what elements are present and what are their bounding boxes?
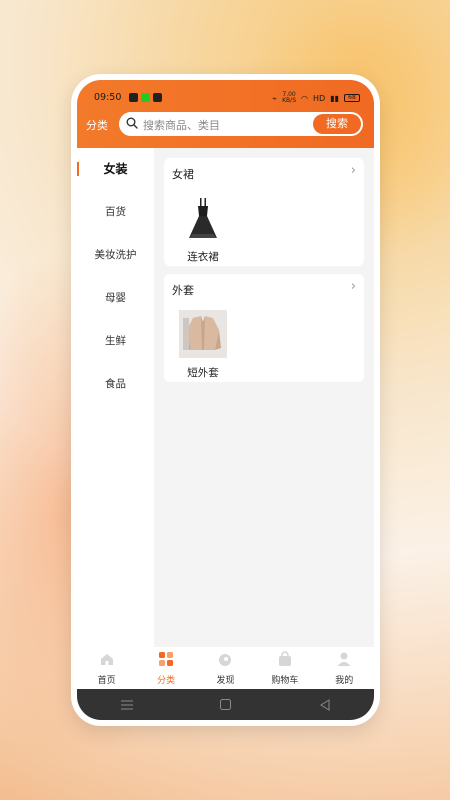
tab-label: 我的 (335, 675, 354, 686)
bottom-tab-bar: 首页 分类 发现 购物车 我的 (77, 647, 374, 689)
tab-category[interactable]: 分类 (141, 651, 191, 686)
section-title: 外套 (172, 284, 194, 297)
chevron-right-icon[interactable]: › (351, 163, 356, 178)
section-title: 女裙 (172, 168, 194, 181)
battery-icon: 68 (344, 94, 360, 102)
tab-label: 发现 (216, 675, 235, 686)
section-card-skirts: 女裙 › 连衣裙 (164, 158, 364, 266)
product-name: 连衣裙 (187, 251, 219, 263)
signal-icon: ▮▮ (330, 93, 339, 103)
tab-home[interactable]: 首页 (82, 651, 132, 686)
header-bar: 09:50 ⌁ 7.00 KB/S ◠ HD ▮▮ 68 分类 搜索商品、类目 … (77, 80, 374, 148)
tiktok-notification-icon (153, 93, 162, 102)
category-title: 分类 (86, 119, 108, 132)
system-icons: ⌁ 7.00 KB/S ◠ HD ▮▮ 68 (272, 92, 360, 104)
status-time: 09:50 (94, 92, 122, 103)
phone-frame: 09:50 ⌁ 7.00 KB/S ◠ HD ▮▮ 68 分类 搜索商品、类目 … (71, 74, 380, 726)
wechat-notification-icon (141, 93, 150, 102)
tab-label: 分类 (157, 675, 176, 686)
search-button[interactable]: 搜索 (313, 114, 361, 134)
wifi-icon: ◠ (301, 93, 308, 103)
app-screen: 09:50 ⌁ 7.00 KB/S ◠ HD ▮▮ 68 分类 搜索商品、类目 … (77, 80, 374, 720)
dress-image (189, 198, 217, 238)
status-bar: 09:50 ⌁ 7.00 KB/S ◠ HD ▮▮ 68 (77, 92, 374, 106)
home-icon (100, 653, 113, 665)
menu-icon[interactable] (117, 695, 137, 715)
sidebar-item-womens-clothing[interactable]: 女装 (77, 148, 154, 191)
sidebar-item-beauty-care[interactable]: 美妆洗护 (77, 234, 154, 277)
chevron-right-icon[interactable]: › (351, 279, 356, 294)
category-content: 女裙 › 连衣裙 外套 › 短外套 (154, 148, 374, 680)
network-speed-unit: KB/S (282, 97, 297, 104)
sidebar-item-fresh-food[interactable]: 生鲜 (77, 320, 154, 363)
category-icon (159, 651, 174, 666)
sidebar-item-mother-baby[interactable]: 母婴 (77, 277, 154, 320)
tab-label: 首页 (97, 675, 116, 686)
hd-label: HD (313, 93, 326, 103)
back-triangle-icon[interactable] (315, 695, 335, 715)
product-item-short-jacket[interactable]: 短外套 (178, 310, 228, 380)
message-notification-icon (129, 93, 138, 102)
section-card-outerwear: 外套 › 短外套 (164, 274, 364, 382)
search-input[interactable]: 搜索商品、类目 搜索 (119, 112, 363, 136)
tab-label: 购物车 (271, 675, 299, 686)
home-square-icon[interactable] (216, 695, 236, 715)
tab-profile[interactable]: 我的 (319, 651, 369, 686)
profile-icon (337, 652, 351, 666)
sidebar-item-general-goods[interactable]: 百货 (77, 191, 154, 234)
tab-cart[interactable]: 购物车 (260, 650, 310, 686)
product-name: 短外套 (187, 367, 219, 379)
jacket-image (179, 310, 227, 358)
discover-icon (219, 653, 232, 666)
notification-icons (129, 93, 162, 102)
category-sidebar: 女装 百货 美妆洗护 母婴 生鲜 食品 (77, 148, 154, 680)
system-nav-bar (77, 689, 374, 720)
cart-icon (278, 650, 291, 666)
search-placeholder: 搜索商品、类目 (143, 119, 220, 132)
search-icon (126, 117, 138, 129)
network-speed: 7.00 KB/S (282, 92, 296, 104)
sidebar-item-food[interactable]: 食品 (77, 363, 154, 406)
tab-discover[interactable]: 发现 (200, 651, 250, 686)
nfc-icon: ⌁ (272, 93, 278, 103)
product-item-dress[interactable]: 连衣裙 (178, 194, 228, 264)
